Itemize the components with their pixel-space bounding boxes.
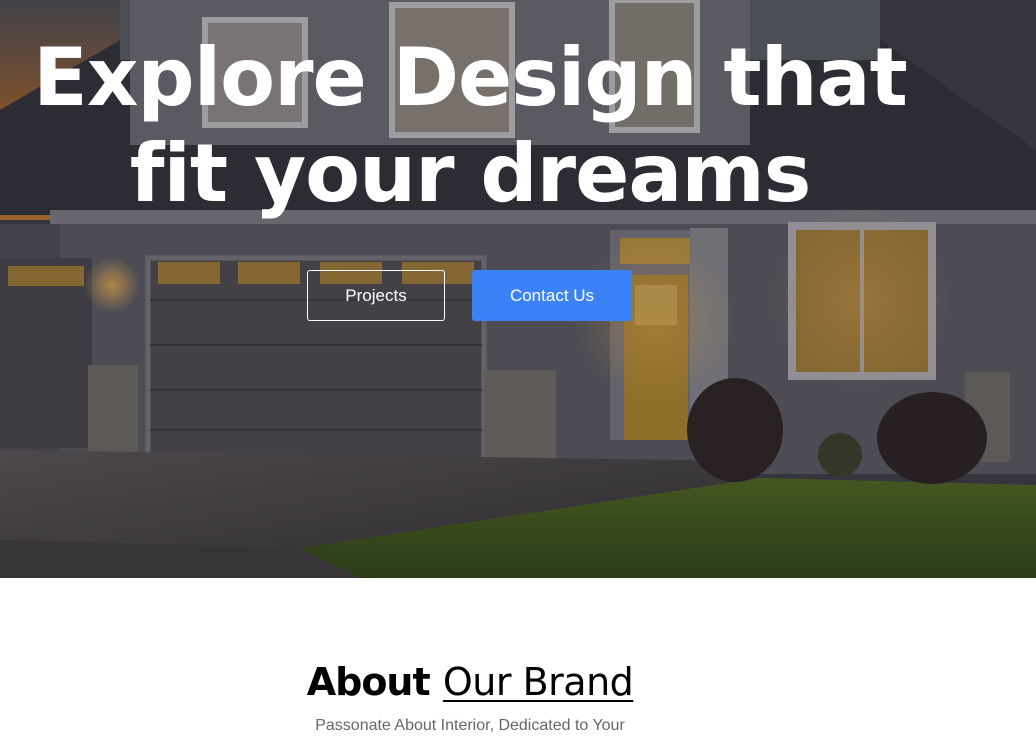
about-title-light: Our Brand — [442, 660, 634, 704]
projects-button[interactable]: Projects — [307, 270, 445, 321]
about-title-strong: About — [306, 660, 431, 704]
hero-title: Explore Design that fit your dreams — [0, 30, 940, 222]
hero-section: Explore Design that fit your dreams Proj… — [0, 0, 1036, 578]
about-subtitle: Passonate About Interior, Dedicated to Y… — [315, 717, 625, 734]
hero-title-line-1: Explore Design that — [33, 31, 908, 124]
contact-us-button[interactable]: Contact Us — [472, 270, 632, 321]
hero-title-line-2: fit your dreams — [129, 127, 812, 220]
about-section-title: About Our Brand — [0, 660, 940, 704]
